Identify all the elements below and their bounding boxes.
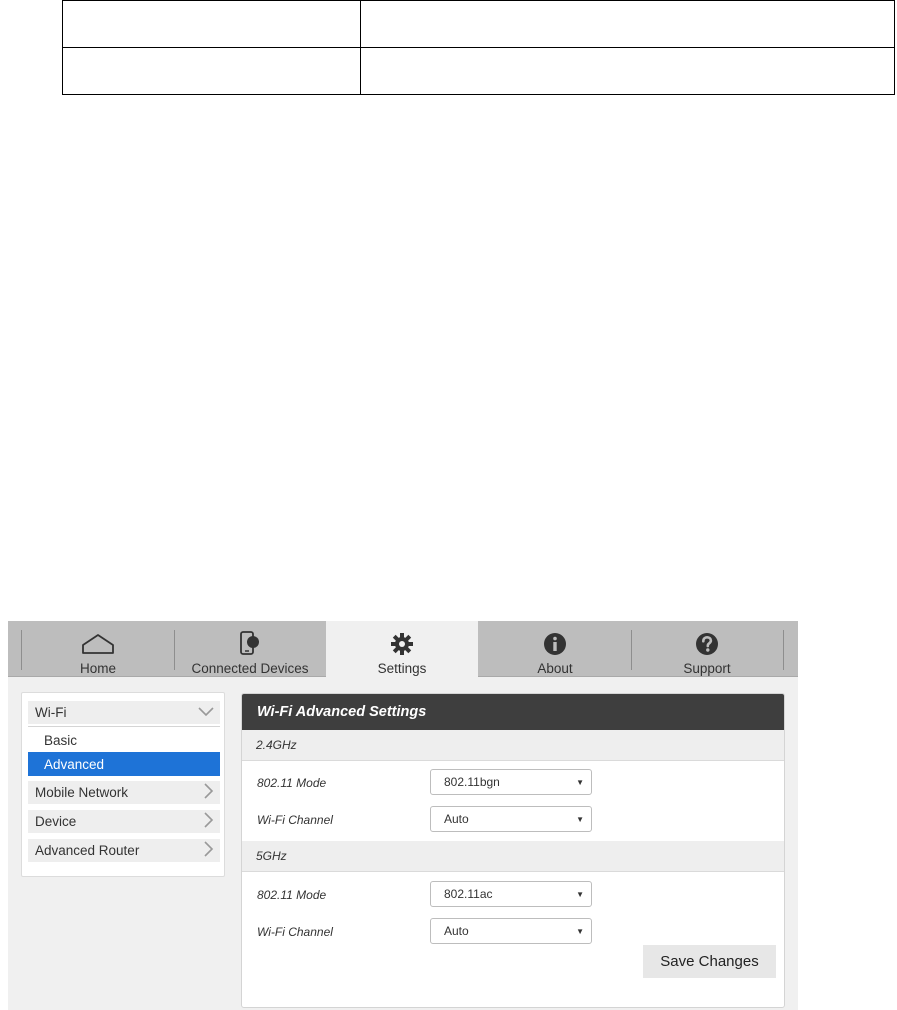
home-icon: [81, 629, 115, 659]
sidebar-item-device[interactable]: Device: [28, 810, 220, 833]
tab-label: About: [537, 661, 573, 676]
tab-support[interactable]: Support: [631, 621, 783, 676]
sidebar-item-label: Advanced Router: [35, 843, 140, 858]
section-heading-5ghz: 5GHz: [242, 841, 784, 872]
chevron-right-icon: [204, 812, 214, 831]
sidebar-item-mobile-network[interactable]: Mobile Network: [28, 781, 220, 804]
panel-title: Wi-Fi Advanced Settings: [242, 694, 784, 730]
tab-settings[interactable]: Settings: [326, 621, 478, 677]
table-cell: [62, 47, 361, 95]
sidebar-item-label: Advanced: [44, 756, 105, 772]
tab-connected-devices[interactable]: Connected Devices: [174, 621, 326, 676]
select-value: 802.11ac: [444, 887, 493, 901]
top-strip: [8, 604, 798, 621]
mode-select-24ghz[interactable]: 802.11bgn ▼: [430, 769, 592, 795]
caret-down-icon: ▼: [576, 889, 584, 899]
select-value: Auto: [444, 812, 469, 826]
chevron-right-icon: [204, 783, 214, 802]
settings-sidebar: Wi-Fi Basic Advanced Mobile Network Devi…: [21, 692, 225, 877]
table-cell: [62, 0, 361, 48]
mode-label-24ghz: 802.11 Mode: [257, 776, 327, 790]
channel-select-5ghz[interactable]: Auto ▼: [430, 918, 592, 944]
chevron-down-icon: [198, 705, 214, 720]
tab-home[interactable]: Home: [22, 621, 174, 676]
wifi-advanced-panel: Wi-Fi Advanced Settings 2.4GHz 802.11 Mo…: [241, 693, 785, 1008]
sidebar-item-advanced[interactable]: Advanced: [28, 752, 220, 776]
divider: [28, 726, 220, 727]
mode-label-5ghz: 802.11 Mode: [257, 888, 327, 902]
document-table: [62, 0, 895, 95]
channel-label-24ghz: Wi-Fi Channel: [257, 813, 333, 827]
table-row: [62, 47, 895, 95]
sidebar-item-basic[interactable]: Basic: [28, 728, 220, 752]
mode-select-5ghz[interactable]: 802.11ac ▼: [430, 881, 592, 907]
select-value: 802.11bgn: [444, 775, 500, 789]
table-cell: [360, 47, 895, 95]
caret-down-icon: ▼: [576, 777, 584, 787]
tab-label: Home: [79, 661, 116, 676]
chevron-right-icon: [204, 841, 214, 860]
top-nav: Home Connected Devices Settings About Su…: [8, 621, 798, 677]
router-ui-screenshot: Home Connected Devices Settings About Su…: [8, 604, 798, 1010]
sidebar-item-label: Basic: [44, 732, 78, 748]
sidebar-item-label: Wi-Fi: [35, 705, 67, 720]
gear-icon: [390, 629, 414, 659]
nav-separator: [783, 630, 784, 670]
select-value: Auto: [444, 924, 469, 938]
info-icon: [543, 629, 567, 659]
tab-about[interactable]: About: [479, 621, 631, 676]
sidebar-item-wifi[interactable]: Wi-Fi: [28, 701, 220, 724]
help-icon: [695, 629, 719, 659]
sidebar-item-advanced-router[interactable]: Advanced Router: [28, 839, 220, 862]
channel-select-24ghz[interactable]: Auto ▼: [430, 806, 592, 832]
table-row: [62, 0, 895, 48]
save-changes-button[interactable]: Save Changes: [643, 945, 776, 978]
connected-devices-icon: [238, 629, 262, 659]
sidebar-item-label: Device: [35, 814, 77, 829]
section-heading-24ghz: 2.4GHz: [242, 730, 784, 761]
sidebar-item-label: Mobile Network: [35, 785, 129, 800]
table-cell: [360, 0, 895, 48]
caret-down-icon: ▼: [576, 926, 584, 936]
caret-down-icon: ▼: [576, 814, 584, 824]
channel-label-5ghz: Wi-Fi Channel: [257, 925, 333, 939]
tab-label: Settings: [377, 661, 427, 676]
tab-label: Support: [683, 661, 731, 676]
tab-label: Connected Devices: [191, 661, 309, 676]
